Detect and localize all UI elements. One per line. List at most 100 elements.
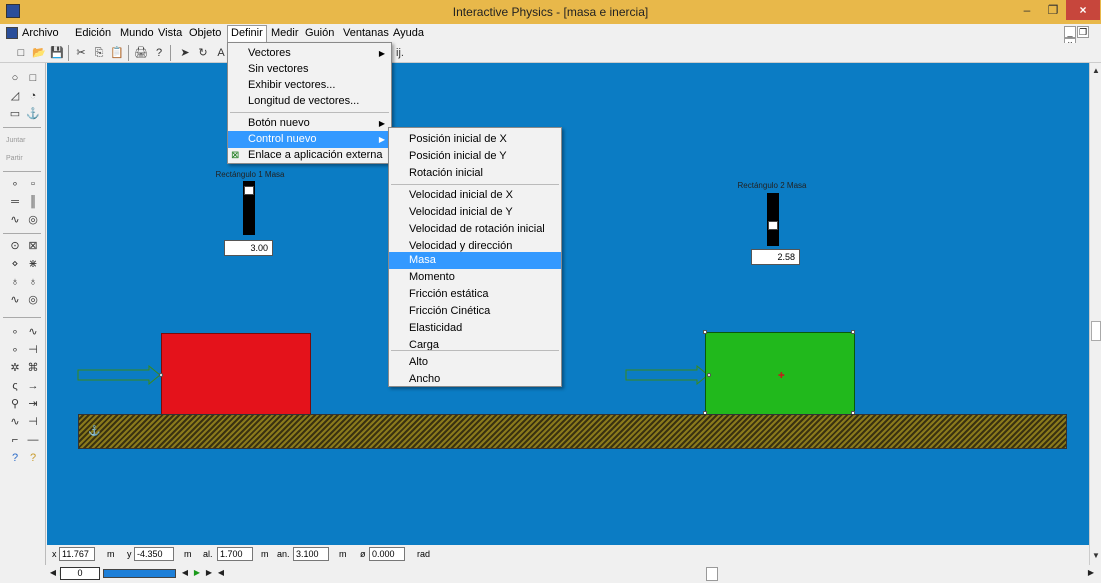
width-field[interactable]: 3.100 xyxy=(293,547,329,561)
torque-icon[interactable]: ς xyxy=(8,379,22,393)
slider-1-thumb[interactable] xyxy=(244,186,254,196)
submenu-item-carga[interactable]: Carga xyxy=(389,337,561,354)
step-back-icon[interactable]: ◀ xyxy=(180,567,190,579)
anchor-tool-icon[interactable]: ⚓ xyxy=(26,107,40,121)
document-icon[interactable] xyxy=(6,27,18,39)
horizontal-scroll-thumb[interactable] xyxy=(706,567,718,581)
spring-icon[interactable]: ∿ xyxy=(26,325,40,339)
menu-item-boton-nuevo[interactable]: Botón nuevo ▶ xyxy=(228,115,391,132)
scroll-left-icon[interactable]: ◀ xyxy=(216,567,226,579)
rotational-spring-icon[interactable]: ∿ xyxy=(8,415,22,429)
menu-item-vectores[interactable]: Vectores ▶ xyxy=(228,45,391,62)
ground-platform[interactable] xyxy=(78,414,1067,449)
menu-item-enlace-aplicacion[interactable]: ⊠ Enlace a aplicación externa xyxy=(228,147,391,164)
fast-forward-icon[interactable]: ▶ xyxy=(204,567,214,579)
arrow-select-icon[interactable]: ➤ xyxy=(178,46,192,60)
force-arrow-1[interactable] xyxy=(77,365,162,385)
height-field[interactable]: 1.700 xyxy=(217,547,253,561)
damper-icon[interactable]: ⊣ xyxy=(26,343,40,357)
help-tool-icon[interactable]: ? xyxy=(8,451,22,465)
submenu-item-velocidad-y[interactable]: Velocidad inicial de Y xyxy=(389,204,561,221)
submenu-item-posicion-x[interactable]: Posición inicial de X xyxy=(389,131,561,148)
slider-2-thumb[interactable] xyxy=(768,221,778,231)
scroll-up-icon[interactable]: ▲ xyxy=(1092,66,1100,75)
slider-1-value[interactable]: 3.00 xyxy=(224,240,273,256)
horizontal-slot-icon[interactable]: ═ xyxy=(8,195,22,209)
frame-progress[interactable] xyxy=(103,569,176,578)
point-element-icon[interactable]: ∘ xyxy=(8,177,22,191)
closed-slot-icon[interactable]: ◎ xyxy=(26,213,40,227)
new-file-icon[interactable]: □ xyxy=(14,46,28,60)
rope-icon[interactable]: ∘ xyxy=(8,325,22,339)
curved-slot-joint-icon[interactable]: ♁ xyxy=(8,275,22,289)
vertical-scrollbar[interactable]: ▲ ▼ xyxy=(1089,63,1101,565)
rectangle-1-point[interactable] xyxy=(159,373,163,377)
text-tool-icon[interactable]: A xyxy=(214,46,228,60)
menu-mundo[interactable]: Mundo xyxy=(120,27,154,39)
close-button[interactable]: × xyxy=(1066,0,1100,20)
submenu-item-momento[interactable]: Momento xyxy=(389,269,561,286)
menu-ventanas[interactable]: Ventanas xyxy=(343,27,389,39)
submenu-item-masa[interactable]: Masa xyxy=(389,252,561,269)
vertical-slot-icon[interactable]: ║ xyxy=(26,195,40,209)
keyed-curved-slot-icon[interactable]: ♁ xyxy=(26,275,40,289)
submenu-item-rotacion[interactable]: Rotación inicial xyxy=(389,165,561,182)
separator-icon[interactable]: ⊣ xyxy=(26,415,40,429)
rewind-icon[interactable]: ◀ xyxy=(48,567,58,579)
maximize-button[interactable]: ❐ xyxy=(1040,0,1066,20)
closed-curve-joint-icon[interactable]: ∿ xyxy=(8,293,22,307)
minimize-button[interactable]: – xyxy=(1014,0,1040,20)
keyed-closed-curve-icon[interactable]: ◎ xyxy=(26,293,40,307)
submenu-item-posicion-y[interactable]: Posición inicial de Y xyxy=(389,148,561,165)
rectangle-2-point[interactable] xyxy=(707,373,711,377)
submenu-item-alto[interactable]: Alto xyxy=(389,354,561,371)
slot-joint-icon[interactable]: ⋄ xyxy=(8,257,22,271)
help-icon[interactable]: ? xyxy=(152,46,166,60)
submenu-item-friccion-cinetica[interactable]: Fricción Cinética xyxy=(389,303,561,320)
menu-guion[interactable]: Guión xyxy=(305,27,334,39)
menu-medir[interactable]: Medir xyxy=(271,27,299,39)
rotate-icon[interactable]: ↻ xyxy=(196,46,210,60)
y-field[interactable]: -4.350 xyxy=(134,547,174,561)
selection-handle[interactable] xyxy=(703,330,707,334)
partir-button[interactable]: Partir xyxy=(6,155,23,162)
submenu-item-velocidad-x[interactable]: Velocidad inicial de X xyxy=(389,187,561,204)
step-forward-icon[interactable]: ▶ xyxy=(192,567,202,579)
polygon-tool-icon[interactable]: ◿ xyxy=(8,89,22,103)
rotational-damper-icon[interactable]: ⌐ xyxy=(8,433,22,447)
menu-item-longitud-vectores[interactable]: Longitud de vectores... xyxy=(228,93,391,110)
pin-joint-icon[interactable]: ⊙ xyxy=(8,239,22,253)
menu-item-sin-vectores[interactable]: Sin vectores xyxy=(228,61,391,78)
curved-polygon-tool-icon[interactable]: ◔ xyxy=(26,89,40,103)
gear-icon[interactable]: ⌘ xyxy=(26,361,40,375)
print-icon[interactable]: 🖨 xyxy=(134,46,148,60)
motor-icon[interactable]: ⚲ xyxy=(8,397,22,411)
submenu-item-elasticidad[interactable]: Elasticidad xyxy=(389,320,561,337)
vertical-scroll-thumb[interactable] xyxy=(1091,321,1101,341)
selection-handle[interactable] xyxy=(851,330,855,334)
rectangle-2-green[interactable]: ✚ xyxy=(703,330,855,415)
copy-icon[interactable]: ⎘ xyxy=(92,46,106,60)
paste-icon[interactable]: 📋 xyxy=(110,46,124,60)
circle-tool-icon[interactable]: ○ xyxy=(8,71,22,85)
force-icon[interactable]: → xyxy=(26,379,40,393)
rod-icon[interactable]: ∘ xyxy=(8,343,22,357)
juntar-button[interactable]: Juntar xyxy=(6,137,25,144)
save-icon[interactable]: 💾 xyxy=(50,46,64,60)
x-field[interactable]: 11.767 xyxy=(59,547,95,561)
mdi-restore-button[interactable]: ❐ xyxy=(1077,26,1089,38)
square-point-icon[interactable]: ▫ xyxy=(26,177,40,191)
slider-2-track[interactable] xyxy=(767,193,779,246)
menu-archivo[interactable]: Archivo xyxy=(22,27,59,39)
submenu-item-friccion-estatica[interactable]: Fricción estática xyxy=(389,286,561,303)
menu-edicion[interactable]: Edición xyxy=(75,27,111,39)
submenu-item-velocidad-rotacion[interactable]: Velocidad de rotación inicial xyxy=(389,221,561,238)
rectangle-tool-icon[interactable]: □ xyxy=(26,71,40,85)
simulation-workspace[interactable]: Rectángulo 1 Masa 3.00 Rectángulo 2 Masa… xyxy=(47,63,1089,545)
keyed-slot-icon[interactable]: ⋇ xyxy=(26,257,40,271)
menu-ayuda[interactable]: Ayuda xyxy=(393,27,424,39)
rotation-field[interactable]: 0.000 xyxy=(369,547,405,561)
menu-definir[interactable]: Definir xyxy=(227,25,267,43)
rigid-joint-icon[interactable]: ⊠ xyxy=(26,239,40,253)
info-tool-icon[interactable]: ? xyxy=(26,451,40,465)
